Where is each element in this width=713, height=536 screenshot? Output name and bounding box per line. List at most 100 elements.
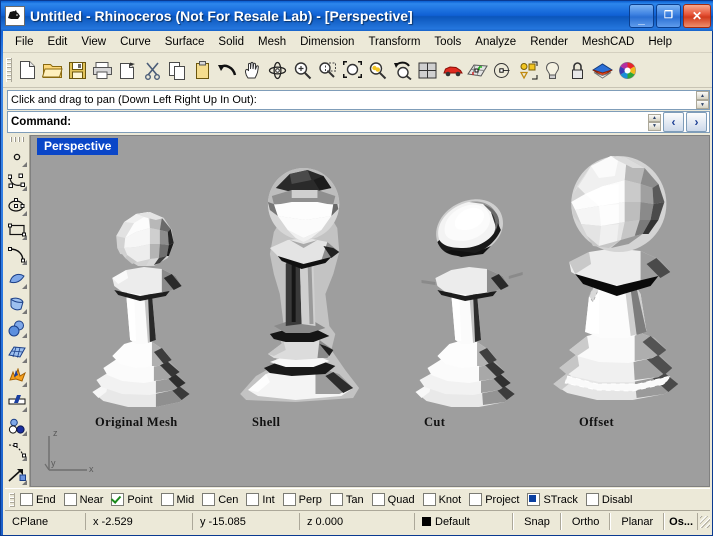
osnap-mid[interactable]: Mid	[160, 493, 194, 506]
status-toggle-planar[interactable]: Planar	[610, 513, 665, 530]
osnap-tan[interactable]: Tan	[329, 493, 364, 506]
shaded-view-icon[interactable]	[490, 57, 515, 83]
osnap-tan-checkbox[interactable]	[329, 493, 343, 506]
menu-render[interactable]: Render	[523, 33, 575, 51]
select-objects-icon[interactable]	[515, 57, 540, 83]
osnap-knot[interactable]: Knot	[422, 493, 461, 506]
undo-icon[interactable]	[215, 57, 240, 83]
osnap-perp-checkbox[interactable]	[282, 493, 296, 506]
menu-mesh[interactable]: Mesh	[251, 33, 293, 51]
osnap-disable[interactable]: Disabl	[585, 493, 632, 506]
history-scroll-down[interactable]: ▼	[696, 100, 709, 109]
osnap-project-checkbox[interactable]	[469, 493, 483, 506]
menu-file[interactable]: File	[8, 33, 41, 51]
lock-icon[interactable]	[565, 57, 590, 83]
command-prev-button[interactable]: ‹	[663, 112, 684, 132]
boolean-union-tool[interactable]	[6, 414, 28, 438]
command-spinner[interactable]: ▲ ▼	[648, 113, 661, 131]
pan-hand-icon[interactable]	[240, 57, 265, 83]
blend-curve-tool[interactable]	[6, 438, 28, 462]
osnap-disable-checkbox[interactable]	[585, 493, 599, 506]
paste-icon[interactable]	[190, 57, 215, 83]
menu-curve[interactable]: Curve	[113, 33, 158, 51]
ellipse-tool[interactable]	[6, 193, 28, 217]
menu-tools[interactable]: Tools	[427, 33, 468, 51]
osnap-mid-checkbox[interactable]	[160, 493, 174, 506]
print-icon[interactable]	[90, 57, 115, 83]
minimize-button[interactable]: _	[629, 4, 654, 28]
new-file-icon[interactable]	[15, 57, 40, 83]
command-scroll-down[interactable]: ▼	[648, 122, 661, 131]
sphere-boolean-tool[interactable]	[6, 316, 28, 340]
osnap-int-checkbox[interactable]	[246, 493, 260, 506]
trim-tool[interactable]	[6, 389, 28, 413]
maximize-button[interactable]: ❐	[656, 4, 681, 28]
zoom-window-icon[interactable]	[315, 57, 340, 83]
explode-tool[interactable]	[6, 365, 28, 389]
osnap-cen-checkbox[interactable]	[202, 493, 216, 506]
command-scroll-up[interactable]: ▲	[648, 113, 661, 122]
osnap-point[interactable]: Point	[111, 493, 153, 506]
history-scroll-up[interactable]: ▲	[696, 91, 709, 100]
osnap-end-checkbox[interactable]	[20, 493, 33, 506]
osnap-quad[interactable]: Quad	[371, 493, 415, 506]
menu-solid[interactable]: Solid	[211, 33, 251, 51]
osnap-strack[interactable]: STrack	[527, 493, 578, 506]
extrude-surface-tool[interactable]	[6, 291, 28, 315]
sidebar-grip[interactable]	[10, 137, 24, 142]
print-preview-icon[interactable]	[115, 57, 140, 83]
osnap-quad-checkbox[interactable]	[371, 493, 385, 506]
zoom-in-icon[interactable]	[290, 57, 315, 83]
open-folder-icon[interactable]	[40, 57, 65, 83]
viewport-label[interactable]: Perspective	[37, 138, 119, 155]
menu-help[interactable]: Help	[641, 33, 679, 51]
render-mesh-icon[interactable]	[465, 57, 490, 83]
osnap-near-checkbox[interactable]	[63, 493, 77, 506]
arc-tool[interactable]	[6, 242, 28, 266]
light-bulb-icon[interactable]	[540, 57, 565, 83]
resize-grip[interactable]	[700, 515, 710, 528]
toolbar-grip[interactable]	[6, 58, 12, 82]
perspective-viewport[interactable]: Perspective Original Mesh Shell Cut Offs…	[30, 135, 710, 487]
osnap-cen[interactable]: Cen	[202, 493, 238, 506]
menu-analyze[interactable]: Analyze	[468, 33, 523, 51]
osnap-perp[interactable]: Perp	[282, 493, 322, 506]
command-history[interactable]: Click and drag to pan (Down Left Right U…	[7, 90, 710, 110]
menu-edit[interactable]: Edit	[41, 33, 75, 51]
color-wheel-icon[interactable]	[615, 57, 640, 83]
osnap-project[interactable]: Project	[469, 493, 519, 506]
render-car-icon[interactable]	[440, 57, 465, 83]
viewport-layout-icon[interactable]	[415, 57, 440, 83]
status-cplane[interactable]: CPlane	[5, 513, 86, 530]
osnap-point-checkbox[interactable]	[111, 493, 125, 506]
transform-tool[interactable]	[6, 463, 28, 487]
status-toggle-osnap[interactable]: Os...	[664, 513, 698, 530]
osnap-int[interactable]: Int	[246, 493, 275, 506]
status-toggle-ortho[interactable]: Ortho	[560, 513, 611, 530]
point-tool[interactable]	[6, 145, 28, 169]
osnap-end[interactable]: End	[20, 493, 56, 506]
cut-scissors-icon[interactable]	[140, 57, 165, 83]
command-line[interactable]: Command: ▲ ▼ ‹ ›	[7, 111, 710, 133]
save-icon[interactable]	[65, 57, 90, 83]
zoom-previous-icon[interactable]	[390, 57, 415, 83]
status-toggle-snap[interactable]: Snap	[513, 513, 561, 530]
layers-icon[interactable]	[590, 57, 615, 83]
zoom-extents-icon[interactable]	[340, 57, 365, 83]
surface-from-curve-tool[interactable]	[6, 267, 28, 291]
control-point-curve-tool[interactable]	[6, 169, 28, 193]
zoom-selected-icon[interactable]	[365, 57, 390, 83]
rectangle-tool[interactable]	[6, 218, 28, 242]
menu-transform[interactable]: Transform	[361, 33, 427, 51]
mesh-surface-tool[interactable]	[6, 340, 28, 364]
osnap-strack-checkbox[interactable]	[527, 493, 541, 506]
command-next-button[interactable]: ›	[686, 112, 707, 132]
close-button[interactable]: ✕	[683, 4, 711, 28]
menu-dimension[interactable]: Dimension	[293, 33, 361, 51]
menu-meshcad[interactable]: MeshCAD	[575, 33, 641, 51]
command-history-spinner[interactable]: ▲ ▼	[696, 91, 709, 109]
status-layer[interactable]: Default	[415, 513, 514, 530]
menu-view[interactable]: View	[74, 33, 113, 51]
rotate-view-icon[interactable]	[265, 57, 290, 83]
osnap-knot-checkbox[interactable]	[422, 493, 436, 506]
